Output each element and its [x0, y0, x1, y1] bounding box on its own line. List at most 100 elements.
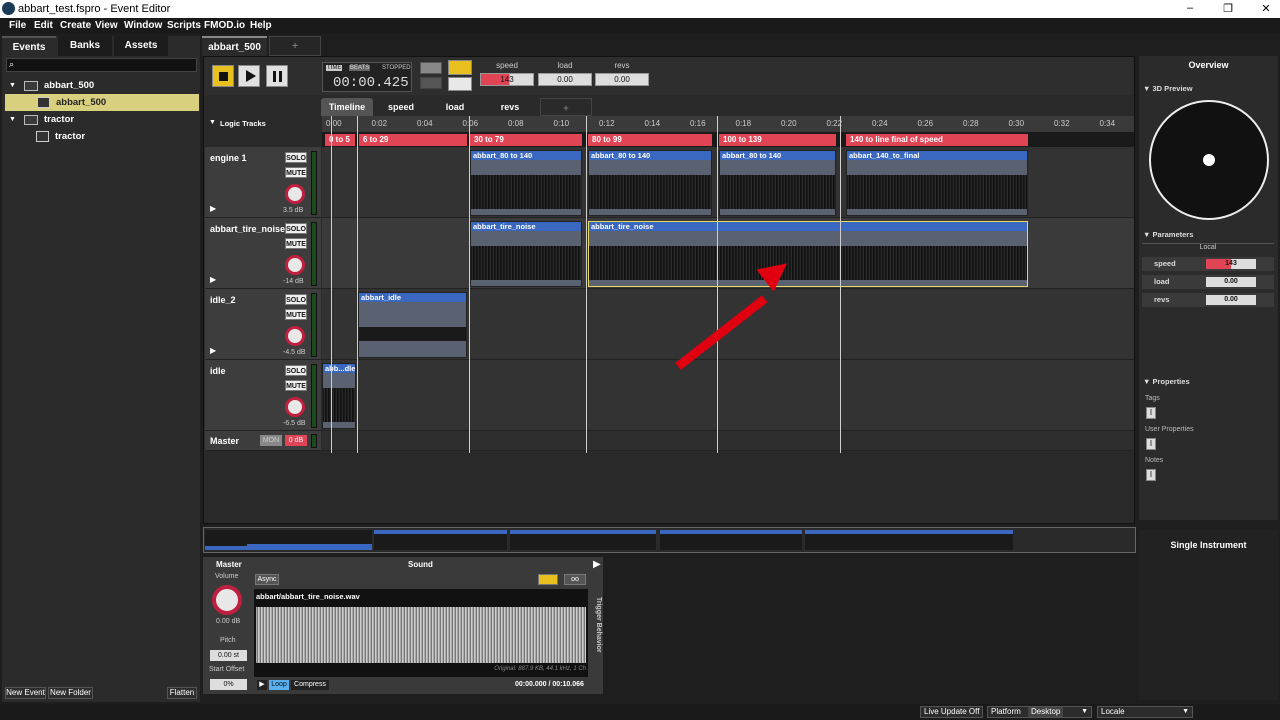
solo-button[interactable]: SOLO [285, 294, 307, 305]
logic-region[interactable]: 30 to 79 [470, 134, 582, 146]
expand-icon[interactable]: ▼ [9, 77, 16, 94]
logic-region[interactable]: 6 to 29 [359, 134, 467, 146]
search-input[interactable]: ⌕ [6, 58, 197, 72]
tree-event-abbart[interactable]: abbart_500 [5, 94, 199, 111]
mute-button[interactable]: MUTE [285, 309, 307, 320]
volume-knob[interactable] [285, 326, 305, 346]
menu-window[interactable]: Window [124, 20, 162, 31]
play-icon[interactable]: ▶ [593, 559, 601, 570]
clip[interactable]: abbart_80 to 140 [588, 150, 712, 216]
mute-button[interactable]: MUTE [285, 167, 307, 178]
monitor-button[interactable]: MON [260, 435, 282, 446]
overview-strip[interactable] [203, 527, 1136, 553]
tree-folder-tractor[interactable]: ▼ tractor [2, 111, 200, 128]
close-button[interactable]: ✕ [1256, 2, 1276, 15]
volume-knob[interactable] [285, 255, 305, 275]
solo-button[interactable]: SOLO [285, 152, 307, 163]
add-tab-button[interactable]: + [269, 36, 321, 56]
param-load-slider[interactable]: 0.00 [538, 73, 592, 86]
async-button[interactable]: Async [255, 574, 279, 585]
menu-file[interactable]: File [9, 20, 26, 31]
logic-region[interactable]: 0 to 5 [325, 134, 355, 146]
clip[interactable]: abbart_tire_noise [470, 221, 582, 287]
track-idle-2[interactable]: idle_2 SOLO MUTE -4.5 dB ▶ [205, 289, 321, 360]
logic-region[interactable]: 100 to 139 [719, 134, 836, 146]
time-mode-button[interactable]: TIME [326, 65, 343, 71]
tab-assets[interactable]: Assets [114, 36, 168, 56]
pitch-field[interactable]: 0.00 st [210, 650, 247, 661]
trigger-behavior-tab[interactable]: Trigger Behavior [590, 597, 602, 687]
menu-fmodio[interactable]: FMOD.io [204, 20, 245, 31]
clip[interactable]: abbart_idle [358, 292, 467, 358]
tab-load[interactable]: load [429, 98, 481, 116]
tab-timeline[interactable]: Timeline [321, 98, 373, 116]
pause-button[interactable] [266, 65, 288, 87]
platform-select[interactable]: Platform Desktop ▼ [987, 706, 1092, 718]
tab-events[interactable]: Events [2, 36, 56, 56]
loop-button[interactable]: Loop [269, 680, 289, 690]
play-button[interactable] [238, 65, 260, 87]
text-cursor-icon[interactable]: I [1146, 407, 1156, 419]
clip[interactable]: abbart_80 to 140 [470, 150, 582, 216]
menu-create[interactable]: Create [60, 20, 91, 31]
minimize-button[interactable]: – [1180, 2, 1200, 14]
tab-revs[interactable]: revs [484, 98, 536, 116]
tree-folder-abbart[interactable]: ▼ abbart_500 [2, 77, 200, 94]
solo-button[interactable]: SOLO [285, 223, 307, 234]
loop-toggle-icon[interactable] [538, 574, 558, 585]
track-tire-noise[interactable]: abbart_tire_noise SOLO MUTE -14 dB ▶ [205, 218, 321, 289]
flatten-button[interactable]: Flatten [167, 687, 197, 699]
start-offset-field[interactable]: 0% [210, 679, 247, 690]
logic-tracks-header[interactable]: ▼ Logic Tracks [205, 116, 321, 132]
list-icon[interactable] [448, 60, 472, 75]
add-parameter-tab[interactable]: + [540, 98, 592, 116]
param-revs-slider[interactable]: 0.00 [595, 73, 649, 86]
menu-view[interactable]: View [95, 20, 118, 31]
menu-edit[interactable]: Edit [34, 20, 53, 31]
timeline-ruler[interactable]: 0:00 0:02 0:04 0:06 0:08 0:10 0:12 0:14 0:16 0:18… [322, 116, 1134, 132]
expand-icon[interactable]: ▶ [210, 275, 216, 284]
lane-tire-noise[interactable]: abbart_tire_noise abbart_tire_noise [322, 218, 1134, 289]
solo-button[interactable]: SOLO [285, 365, 307, 376]
waveform-view[interactable]: abbart/abbart_tire_noise.wav Original: 8… [254, 589, 588, 677]
volume-knob[interactable] [285, 397, 305, 417]
param-speed-row[interactable]: speed 143 [1142, 257, 1274, 271]
param-revs-row[interactable]: revs 0.00 [1142, 293, 1274, 307]
text-cursor-icon[interactable]: I [1146, 438, 1156, 450]
clip[interactable]: abb...dle [322, 363, 356, 429]
tab-abbart-500[interactable]: abbart_500 [202, 36, 267, 56]
tree-event-tractor[interactable]: tractor [2, 128, 200, 145]
mute-button[interactable]: MUTE [285, 380, 307, 391]
expand-icon[interactable]: ▼ [9, 111, 16, 128]
stop-button[interactable] [212, 65, 234, 87]
master-volume[interactable]: 0 dB [285, 435, 307, 446]
mute-button[interactable]: MUTE [285, 238, 307, 249]
loop-count[interactable]: oo [564, 574, 586, 585]
tab-banks[interactable]: Banks [58, 36, 112, 56]
play-icon[interactable]: ▶ [257, 680, 267, 690]
logic-region[interactable]: 80 to 99 [588, 134, 712, 146]
live-update-toggle[interactable]: Live Update Off [920, 706, 983, 718]
menu-scripts[interactable]: Scripts [167, 20, 201, 31]
text-cursor-icon[interactable]: I [1146, 469, 1156, 481]
clip[interactable]: abbart_140_to_final [846, 150, 1028, 216]
volume-knob[interactable] [285, 184, 305, 204]
param-load-row[interactable]: load 0.00 [1142, 275, 1274, 289]
param-speed-slider[interactable]: 143 [480, 73, 534, 86]
compress-button[interactable]: Compress [291, 680, 329, 690]
expand-icon[interactable]: ▶ [210, 346, 216, 355]
loop-playback-icon[interactable] [420, 62, 442, 74]
track-engine-1[interactable]: engine 1 SOLO MUTE 3.5 dB ▶ [205, 147, 321, 218]
volume-knob[interactable] [212, 585, 242, 615]
track-master[interactable]: Master MON 0 dB [205, 431, 321, 451]
3d-preview[interactable] [1149, 100, 1269, 220]
menu-help[interactable]: Help [250, 20, 272, 31]
locale-select[interactable]: Locale ▼ [1097, 706, 1193, 718]
logic-region[interactable]: 140 to line final of speed [846, 134, 1028, 146]
follow-icon[interactable] [420, 77, 442, 89]
parameters-header[interactable]: ▼ Parameters [1139, 229, 1278, 241]
new-folder-button[interactable]: New Folder [48, 687, 93, 699]
clip-selected[interactable]: abbart_tire_noise [588, 221, 1028, 287]
beats-mode-button[interactable]: BEATS [349, 65, 371, 71]
new-event-button[interactable]: New Event [5, 687, 46, 699]
